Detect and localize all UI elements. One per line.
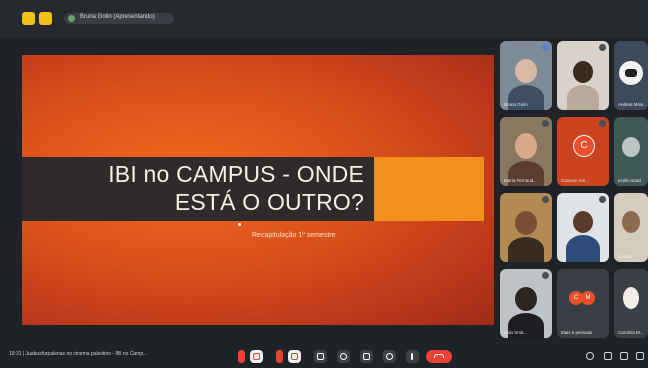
info-icon[interactable] (586, 352, 594, 360)
top-bar: Bruna Golin (Apresentando) (0, 0, 648, 38)
presenter-name: Bruna Golin (Apresentando) (80, 14, 155, 20)
bottom-control-bar: 19:31 | Juabusfurpalenas no cinema pales… (0, 341, 648, 368)
slide-title-line-1: IBI no CAMPUS - ONDE (108, 161, 364, 187)
participant-video (515, 59, 537, 83)
raise-hand-button[interactable] (383, 350, 396, 363)
participant-tile[interactable]: Bulo Smit... (500, 269, 552, 338)
speaking-icon (542, 44, 549, 51)
participant-video (515, 287, 537, 311)
meet-window: Bruna Golin (Apresentando) IBI no CAMPUS… (0, 0, 648, 368)
slide-accent-block (374, 157, 484, 221)
participant-tile[interactable]: Andrea Mosi... (614, 41, 648, 110)
participant-name: Bruna Golin (504, 102, 528, 107)
emoji-icon (340, 353, 347, 360)
captions-icon (317, 353, 324, 360)
slide-title-bar: IBI no CAMPUS - ONDE ESTÁ O OUTRO? (22, 157, 374, 221)
participant-name: Caiusen Am... (561, 178, 590, 183)
people-icon[interactable] (604, 352, 612, 360)
present-button[interactable] (360, 350, 373, 363)
participant-video (622, 211, 640, 233)
reactions-button[interactable] (337, 350, 350, 363)
activities-icon[interactable] (636, 352, 644, 360)
participant-name: Natalia (618, 254, 633, 259)
end-call-button[interactable] (426, 350, 452, 363)
participant-tile[interactable]: C Caiusen Am... (557, 117, 609, 186)
more-participants-tile[interactable]: C M Mais 6 pessoas (557, 269, 609, 338)
participant-avatar (619, 61, 643, 85)
slide-dot (238, 223, 241, 226)
participant-name: ecelin ssacl (618, 178, 642, 183)
present-icon (363, 353, 370, 360)
participant-video (573, 211, 593, 233)
participant-avatar (623, 287, 639, 309)
participant-video (515, 133, 537, 159)
microphone-off-icon (253, 353, 260, 360)
participant-tile[interactable] (500, 193, 552, 262)
participant-tile[interactable]: Bruna Golin (500, 41, 552, 110)
participant-video (622, 137, 640, 157)
microphone-off-icon (599, 196, 606, 203)
participant-video (573, 61, 593, 83)
more-options-button[interactable] (406, 350, 419, 363)
participant-tile[interactable]: Natalia (614, 193, 648, 262)
camera-off-icon (291, 353, 298, 360)
microphone-off-icon (542, 120, 549, 127)
microphone-off-icon (599, 120, 606, 127)
participant-tile[interactable]: ecelin ssacl (614, 117, 648, 186)
presentation-slide: IBI no CAMPUS - ONDE ESTÁ O OUTRO? Recap… (22, 55, 494, 325)
video-settings-button[interactable] (276, 350, 283, 363)
camera-button[interactable] (288, 350, 301, 363)
participant-grid: Bruna Golin Andrea Mosi... Maria Fernand… (498, 41, 648, 341)
slide-subtitle: Recapitulação 1º semestre (252, 232, 336, 239)
participant-name: Maria Fernand... (504, 178, 538, 183)
participant-tile[interactable] (557, 193, 609, 262)
participant-video (515, 211, 537, 235)
microphone-off-icon (542, 196, 549, 203)
window-button-2[interactable] (39, 12, 52, 25)
microphone-button[interactable] (250, 350, 263, 363)
participant-avatar: C (573, 135, 595, 157)
audio-settings-button[interactable] (238, 350, 245, 363)
captions-button[interactable] (314, 350, 327, 363)
slide-title-line-2: ESTÁ O OUTRO? (174, 189, 364, 215)
microphone-off-icon (599, 44, 606, 51)
presenter-indicator[interactable]: Bruna Golin (Apresentando) (64, 13, 174, 24)
participant-name: Andrea Mosi... (618, 102, 648, 107)
more-participants-label: Mais 6 pessoas (561, 330, 593, 335)
microphone-off-icon (542, 272, 549, 279)
participant-avatar: M (581, 291, 595, 305)
participant-tile[interactable]: Carolina M... (614, 269, 648, 338)
participant-tile[interactable] (557, 41, 609, 110)
window-button-1[interactable] (22, 12, 35, 25)
participant-name: Bulo Smit... (504, 330, 528, 335)
participant-tile[interactable]: Maria Fernand... (500, 117, 552, 186)
more-options-icon (411, 353, 413, 360)
presenting-icon (68, 15, 75, 22)
chat-icon[interactable] (620, 352, 628, 360)
meeting-info: 19:31 | Juabusfurpalenas no cinema pales… (9, 351, 148, 357)
raise-hand-icon (386, 353, 393, 360)
participant-name: Carolina M... (618, 330, 644, 335)
